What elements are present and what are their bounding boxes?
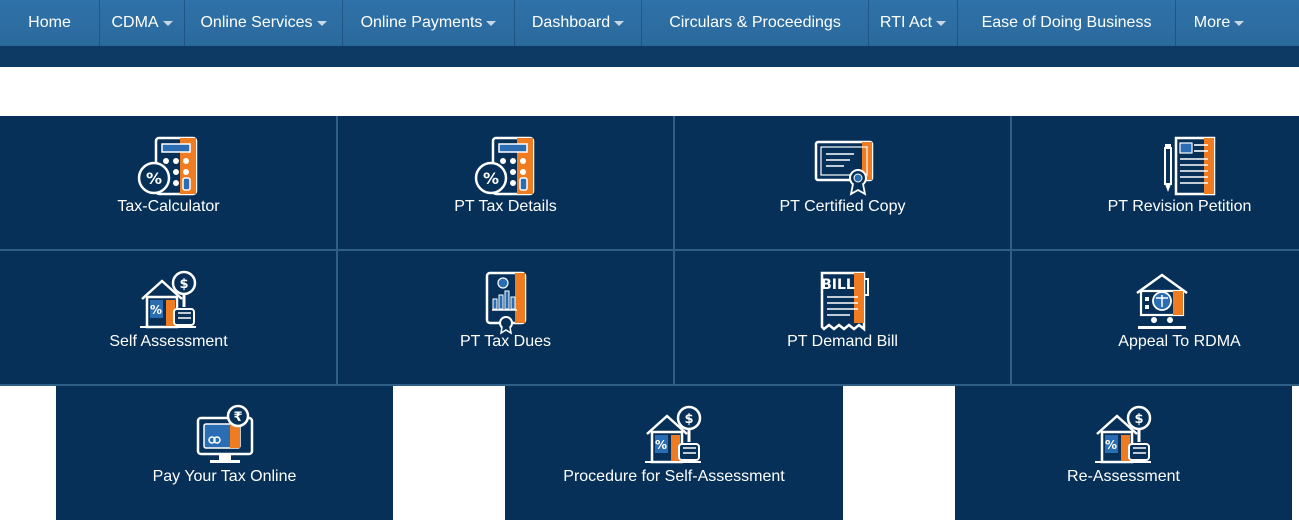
tile-label: PT Tax Dues bbox=[459, 333, 551, 350]
tile-pt-tax-dues[interactable]: PT Tax Dues bbox=[337, 251, 674, 385]
house-magnifier-icon bbox=[1091, 404, 1157, 470]
nav-dashboard[interactable]: Dashboard bbox=[515, 0, 642, 46]
chevron-down-icon bbox=[162, 20, 173, 26]
document-pen-icon bbox=[1156, 134, 1222, 200]
tile-label: PT Tax Details bbox=[454, 198, 557, 215]
tile-procedure-self-assessment[interactable]: Procedure for Self-Assessment bbox=[505, 386, 843, 520]
tile-pt-revision-petition[interactable]: PT Revision Petition bbox=[1011, 116, 1299, 250]
chevron-down-icon bbox=[316, 20, 327, 26]
nav-ease-of-doing-business[interactable]: Ease of Doing Business bbox=[958, 0, 1176, 46]
nav-home[interactable]: Home bbox=[0, 0, 100, 46]
nav-rti-act[interactable]: RTI Act bbox=[869, 0, 958, 46]
nav-cdma[interactable]: CDMA bbox=[100, 0, 185, 46]
report-document-icon bbox=[473, 269, 539, 335]
chevron-down-icon bbox=[1234, 20, 1245, 26]
nav-online-payments[interactable]: Online Payments bbox=[343, 0, 515, 46]
tile-pt-certified-copy[interactable]: PT Certified Copy bbox=[674, 116, 1011, 250]
tile-pay-your-tax-online[interactable]: Pay Your Tax Online bbox=[56, 386, 393, 520]
tile-appeal-to-rdma[interactable]: Appeal To RDMA bbox=[1011, 251, 1299, 385]
house-magnifier-icon bbox=[136, 269, 202, 335]
tile-pt-demand-bill[interactable]: PT Demand Bill bbox=[674, 251, 1011, 385]
tile-pt-tax-details[interactable]: PT Tax Details bbox=[337, 116, 674, 250]
bill-icon bbox=[810, 269, 876, 335]
tile-re-assessment[interactable]: Re-Assessment bbox=[955, 386, 1292, 520]
online-payment-icon bbox=[192, 404, 258, 470]
nav-more[interactable]: More bbox=[1176, 0, 1262, 46]
main-navbar: Home CDMA Online Services Online Payment… bbox=[0, 0, 1299, 46]
tile-tax-calculator[interactable]: Tax-Calculator bbox=[0, 116, 337, 250]
tile-label: PT Demand Bill bbox=[787, 333, 898, 350]
tile-label: PT Certified Copy bbox=[779, 198, 906, 215]
nav-sub-bar bbox=[0, 46, 1299, 67]
tile-self-assessment[interactable]: Self Assessment bbox=[0, 251, 337, 385]
tile-label: Self Assessment bbox=[109, 333, 228, 350]
tile-label: Appeal To RDMA bbox=[1118, 333, 1241, 350]
calculator-icon bbox=[473, 134, 539, 200]
grid-divider bbox=[0, 249, 1299, 251]
tile-label: Procedure for Self-Assessment bbox=[563, 468, 785, 485]
nav-online-services[interactable]: Online Services bbox=[185, 0, 343, 46]
chevron-down-icon bbox=[936, 20, 947, 26]
tile-label: PT Revision Petition bbox=[1107, 198, 1252, 215]
court-icon bbox=[1129, 269, 1195, 335]
certificate-icon bbox=[810, 134, 876, 200]
chevron-down-icon bbox=[486, 20, 497, 26]
tile-label: Re-Assessment bbox=[1067, 468, 1180, 485]
tile-label: Pay Your Tax Online bbox=[152, 468, 297, 485]
calculator-icon bbox=[136, 134, 202, 200]
nav-circulars-proceedings[interactable]: Circulars & Proceedings bbox=[642, 0, 869, 46]
chevron-down-icon bbox=[614, 20, 625, 26]
tile-label: Tax-Calculator bbox=[117, 198, 220, 215]
house-magnifier-icon bbox=[641, 404, 707, 470]
